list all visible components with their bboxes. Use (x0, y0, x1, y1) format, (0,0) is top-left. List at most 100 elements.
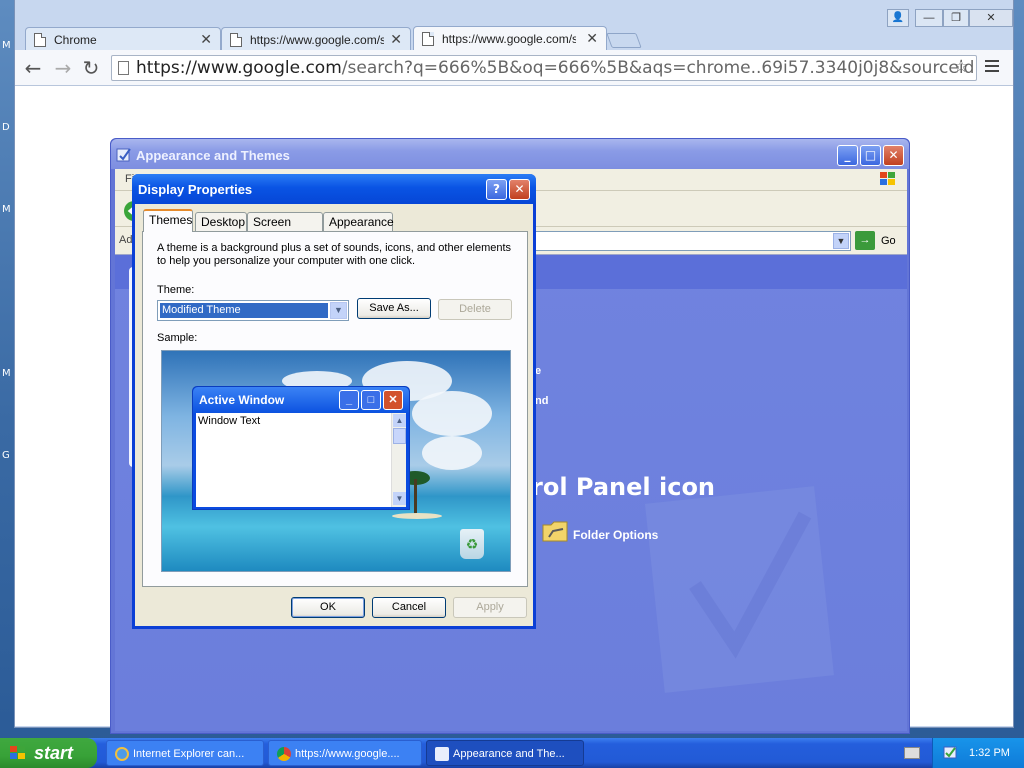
tab-desktop[interactable]: Desktop (195, 212, 247, 231)
display-properties-dialog: Display Properties ? ✕ Themes Desktop Sc… (132, 174, 536, 629)
url-host: https://www.google.com (136, 58, 342, 78)
minimize-button[interactable]: — (915, 9, 943, 27)
sample-titlebar: Active Window _ □ ✕ (193, 387, 409, 413)
minimize-icon: _ (339, 390, 359, 410)
folder-icon[interactable] (541, 517, 571, 545)
new-tab-button[interactable] (606, 33, 642, 48)
address-label: Ad (119, 234, 133, 246)
ok-button[interactable]: OK (291, 597, 365, 618)
dialog-titlebar[interactable]: Display Properties ? ✕ (132, 174, 536, 204)
desktop-icon-label: D (2, 122, 10, 133)
cloud (422, 436, 482, 470)
clock[interactable]: 1:32 PM (969, 747, 1010, 759)
chrome-icon (277, 747, 291, 761)
theme-description: A theme is a background plus a set of so… (157, 242, 512, 267)
tab-label: https://www.google.com/se (250, 32, 384, 47)
close-button[interactable]: ✕ (509, 179, 530, 200)
minimize-button[interactable]: _ (837, 145, 858, 166)
sample-window-text: Window Text (198, 415, 261, 427)
desktop-icon-label: G (2, 450, 10, 461)
go-arrow-icon[interactable]: → (855, 231, 875, 250)
theme-select-value: Modified Theme (160, 303, 328, 318)
windows-logo-icon (880, 172, 895, 185)
tab-screen-saver[interactable]: Screen Saver (247, 212, 323, 243)
taskbar-item-label: Appearance and The... (453, 748, 565, 760)
section-heading: rol Panel icon (531, 473, 716, 501)
tab-themes[interactable]: Themes (143, 209, 193, 232)
tab-close-icon[interactable]: ✕ (586, 30, 598, 47)
window-title: Appearance and Themes (136, 148, 290, 163)
tab-google-search-1[interactable]: https://www.google.com/se ✕ (221, 27, 411, 51)
page-icon (34, 32, 46, 47)
address-field[interactable]: ▼ (535, 231, 851, 251)
maximize-button[interactable]: □ (860, 145, 881, 166)
tab-chrome[interactable]: Chrome ✕ (25, 27, 221, 51)
tab-google-search-2[interactable]: https://www.google.com/se ✕ (413, 26, 607, 51)
tab-appearance[interactable]: Appearance (323, 212, 394, 231)
scroll-down-icon: ▼ (393, 492, 406, 505)
theme-select[interactable]: Modified Theme ▼ (157, 300, 349, 321)
desktop-icon-label: M (2, 204, 11, 215)
page-icon (118, 61, 129, 75)
close-icon: ✕ (383, 390, 403, 410)
save-as-button[interactable]: Save As... (357, 298, 431, 319)
chevron-down-icon[interactable]: ▼ (330, 302, 347, 319)
window-titlebar[interactable]: Appearance and Themes _ □ ✕ (111, 139, 909, 169)
control-panel-icon (435, 747, 449, 761)
ie-icon (115, 747, 129, 761)
scrollbar: ▲ ▼ (391, 413, 406, 507)
back-button[interactable]: ← (21, 57, 45, 79)
recycle-bin-icon: ♻ (460, 529, 484, 559)
keyboard-icon[interactable] (904, 747, 920, 759)
page-icon (422, 32, 434, 46)
reload-button[interactable]: ↻ (79, 57, 103, 79)
desktop-icon-label: M (2, 40, 11, 51)
folder-options-link[interactable]: Folder Options (573, 528, 658, 542)
forward-button[interactable]: → (51, 57, 75, 79)
control-panel-icon (116, 148, 131, 162)
menu-icon[interactable] (985, 60, 999, 75)
sample-label: Sample: (157, 332, 198, 344)
display-properties-tray-icon[interactable] (943, 745, 959, 761)
close-button[interactable]: ✕ (883, 145, 904, 166)
palm-trunk (414, 479, 417, 515)
category-label[interactable]: nd (535, 395, 548, 407)
watermark-check-icon (644, 486, 834, 693)
bookmark-star-icon[interactable]: ☆ (953, 56, 969, 77)
delete-button[interactable]: Delete (438, 299, 512, 320)
maximize-icon: □ (361, 390, 381, 410)
scroll-thumb (393, 428, 406, 444)
windows-flag-icon (10, 746, 26, 760)
tab-label: Chrome (54, 32, 97, 47)
go-label[interactable]: Go (881, 235, 896, 247)
sample-window-client: Window Text ▲ ▼ (196, 413, 406, 507)
close-window-button[interactable]: ✕ (969, 9, 1013, 27)
island (392, 513, 442, 519)
restore-button[interactable]: ❐ (943, 9, 969, 27)
sample-active-window: Active Window _ □ ✕ Window Text ▲ ▼ (192, 386, 410, 510)
tab-strip: Chrome ✕ https://www.google.com/se ✕ htt… (15, 0, 1013, 51)
taskbar: start Internet Explorer can... https://w… (0, 738, 1024, 768)
taskbar-item-appearance[interactable]: Appearance and The... (426, 740, 584, 766)
apply-button[interactable]: Apply (453, 597, 527, 618)
taskbar-item-ie[interactable]: Internet Explorer can... (106, 740, 264, 766)
start-label: start (34, 743, 74, 763)
browser-toolbar: ← → ↻ https://www.google.com/search?q=66… (15, 50, 1013, 86)
tab-close-icon[interactable]: ✕ (390, 31, 402, 48)
tab-close-icon[interactable]: ✕ (200, 31, 212, 48)
taskbar-item-chrome[interactable]: https://www.google.... (268, 740, 422, 766)
chevron-down-icon[interactable]: ▼ (833, 233, 849, 249)
tab-label: https://www.google.com/se (442, 32, 576, 46)
themes-panel: A theme is a background plus a set of so… (142, 231, 528, 587)
sample-window-title: Active Window (199, 393, 285, 407)
scroll-up-icon: ▲ (393, 414, 406, 427)
cloud (412, 391, 492, 436)
url-path: /search?q=666%5B&oq=666%5B&aqs=chrome..6… (341, 58, 976, 78)
system-tray: 1:32 PM (932, 738, 1024, 768)
desktop-icon-label: M (2, 368, 11, 379)
cancel-button[interactable]: Cancel (372, 597, 446, 618)
user-icon[interactable]: 👤 (887, 9, 909, 27)
start-button[interactable]: start (0, 738, 97, 768)
help-button[interactable]: ? (486, 179, 507, 200)
address-bar[interactable]: https://www.google.com/search?q=666%5B&o… (111, 55, 977, 81)
